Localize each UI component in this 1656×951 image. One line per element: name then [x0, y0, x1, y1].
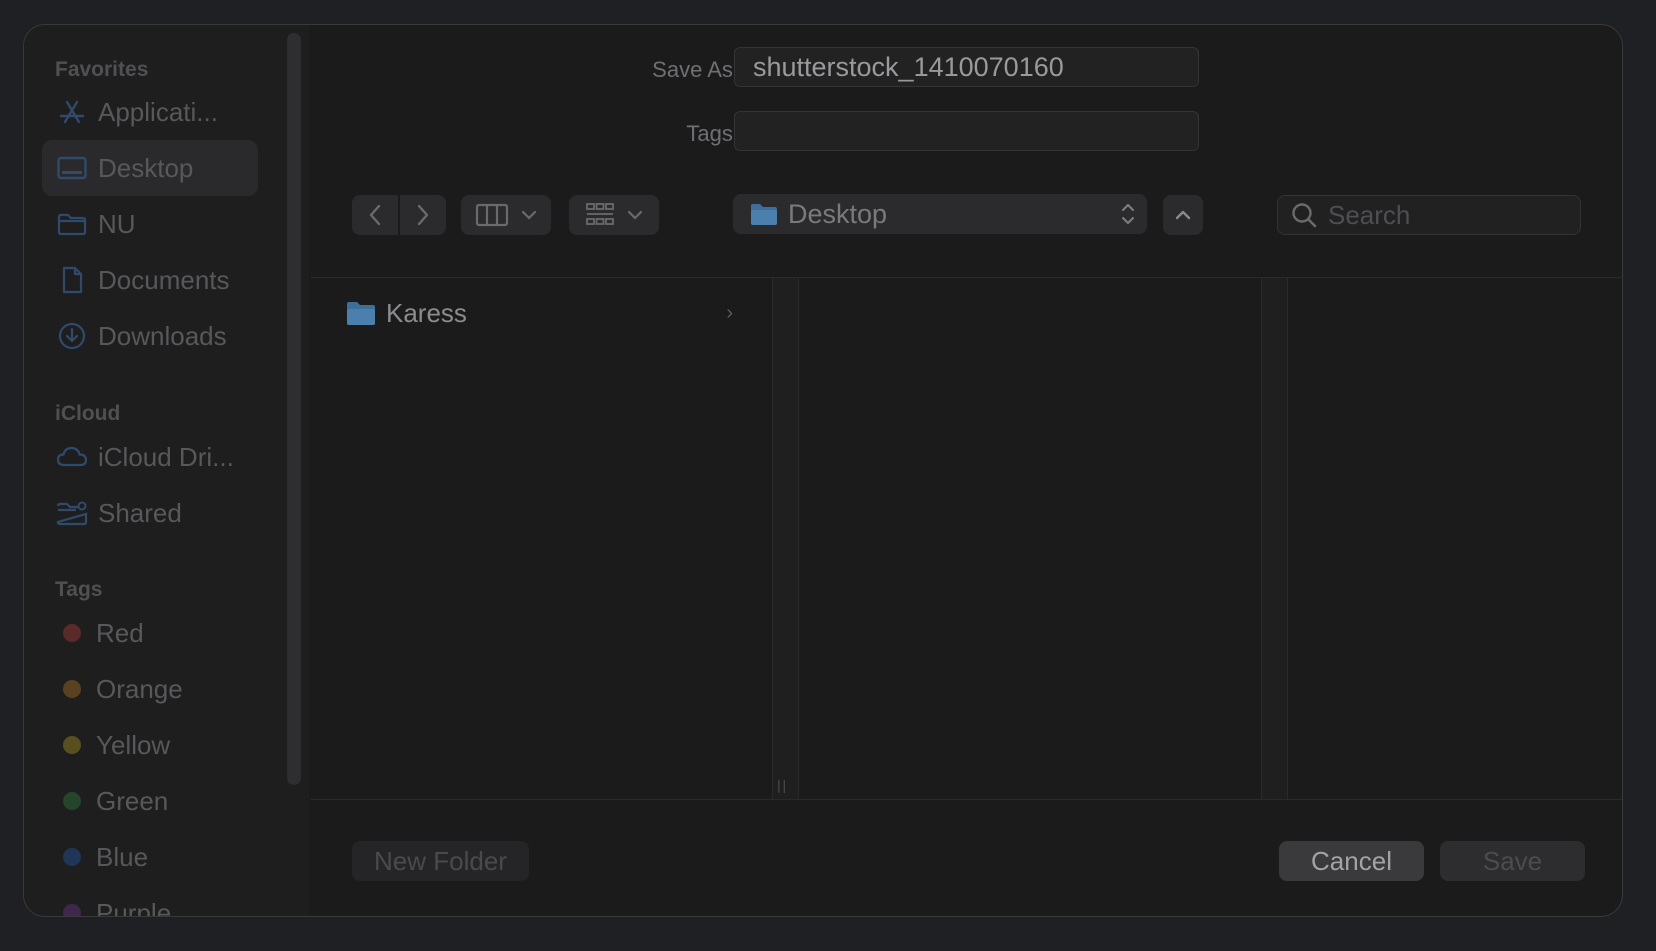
save-as-label: Save As:: [652, 57, 739, 82]
cloud-icon: [56, 443, 88, 471]
browser-divider-top: [311, 277, 1622, 278]
sidebar-item-desktop[interactable]: Desktop: [42, 140, 258, 196]
search-icon: [1292, 203, 1317, 228]
location-label: Desktop: [788, 198, 888, 229]
sidebar-tag-green[interactable]: Green: [42, 773, 258, 829]
sidebar-item-label: Documents: [98, 264, 230, 295]
sidebar-item-label: iCloud Dri...: [98, 441, 234, 472]
tags-field[interactable]: [734, 111, 1199, 151]
chevron-up-icon: [1175, 210, 1191, 220]
sidebar-scrollbar[interactable]: [287, 33, 301, 785]
desktop-icon: [56, 154, 88, 182]
group-by-button[interactable]: [569, 195, 659, 235]
list-item[interactable]: Karess ›: [346, 295, 771, 331]
sidebar-item-shared[interactable]: Shared: [42, 485, 258, 541]
sidebar-item-label: Applicati...: [98, 96, 218, 127]
column-divider[interactable]: [1261, 278, 1288, 799]
tag-dot-red-icon: [63, 624, 81, 642]
save-button[interactable]: Save: [1440, 841, 1585, 881]
tag-dot-blue-icon: [63, 848, 81, 866]
icloud-heading: iCloud: [55, 402, 121, 425]
list-item-label: Karess: [386, 297, 467, 328]
view-mode-button[interactable]: [461, 195, 551, 235]
tag-dot-orange-icon: [63, 680, 81, 698]
save-dialog: Favorites Applicati... Desktop NU Docume…: [23, 24, 1623, 917]
tag-dot-green-icon: [63, 792, 81, 810]
grid-view-icon: [586, 203, 614, 225]
chevron-right-icon: [417, 204, 429, 226]
tags-heading: Tags: [55, 578, 103, 601]
sidebar-item-nu[interactable]: NU: [42, 196, 258, 252]
folder-icon: [751, 204, 777, 225]
sidebar-item-label: Green: [96, 785, 169, 816]
chevron-left-icon: [369, 204, 381, 226]
sidebar-tag-orange[interactable]: Orange: [42, 661, 258, 717]
save-as-field[interactable]: shutterstock_1410070160: [734, 47, 1199, 87]
new-folder-button[interactable]: New Folder: [352, 841, 529, 881]
tags-label: Tags:: [686, 121, 739, 146]
folder-icon: [56, 210, 88, 238]
search-input[interactable]: [1326, 198, 1560, 232]
cancel-button[interactable]: Cancel: [1279, 841, 1424, 881]
sidebar: Favorites Applicati... Desktop NU Docume…: [24, 25, 309, 916]
sidebar-tag-purple[interactable]: Purple: [42, 885, 258, 917]
downloads-icon: [56, 322, 88, 350]
chevron-down-icon: [627, 210, 643, 220]
sidebar-tag-blue[interactable]: Blue: [42, 829, 258, 885]
tag-dot-yellow-icon: [63, 736, 81, 754]
tag-dot-purple-icon: [63, 904, 81, 916]
columns-view-icon: [475, 203, 509, 227]
sidebar-tag-red[interactable]: Red: [42, 605, 258, 661]
sidebar-item-label: Shared: [98, 497, 182, 528]
shared-folder-icon: [56, 499, 88, 527]
sidebar-item-label: Purple: [96, 897, 172, 917]
sidebar-item-applications[interactable]: Applicati...: [42, 84, 258, 140]
chevron-down-icon: [521, 210, 537, 220]
applications-icon: [56, 98, 88, 126]
collapse-button[interactable]: [1163, 195, 1203, 235]
browser-divider-bottom: [311, 799, 1622, 800]
sidebar-item-label: Blue: [96, 841, 149, 872]
sidebar-item-label: Red: [96, 617, 144, 648]
document-icon: [56, 266, 88, 294]
location-popup[interactable]: Desktop: [733, 194, 1147, 234]
back-button[interactable]: [352, 195, 398, 235]
folder-icon: [347, 302, 375, 325]
sidebar-item-documents[interactable]: Documents: [42, 252, 258, 308]
sidebar-item-label: NU: [98, 208, 136, 239]
sidebar-tag-yellow[interactable]: Yellow: [42, 717, 258, 773]
column-resize-handle[interactable]: | |: [777, 777, 786, 793]
favorites-heading: Favorites: [55, 58, 149, 81]
sidebar-item-label: Desktop: [98, 152, 194, 183]
sidebar-item-label: Downloads: [98, 320, 227, 351]
sidebar-item-icloud-drive[interactable]: iCloud Dri...: [42, 429, 258, 485]
sidebar-item-label: Yellow: [96, 729, 171, 760]
forward-button[interactable]: [400, 195, 446, 235]
updown-chevron-icon: [1121, 203, 1135, 225]
sidebar-item-label: Orange: [96, 673, 183, 704]
column-divider[interactable]: [772, 278, 799, 799]
sidebar-item-downloads[interactable]: Downloads: [42, 308, 258, 364]
search-field[interactable]: [1277, 195, 1581, 235]
save-as-value: shutterstock_1410070160: [753, 51, 1064, 82]
chevron-right-icon: ›: [726, 301, 733, 324]
